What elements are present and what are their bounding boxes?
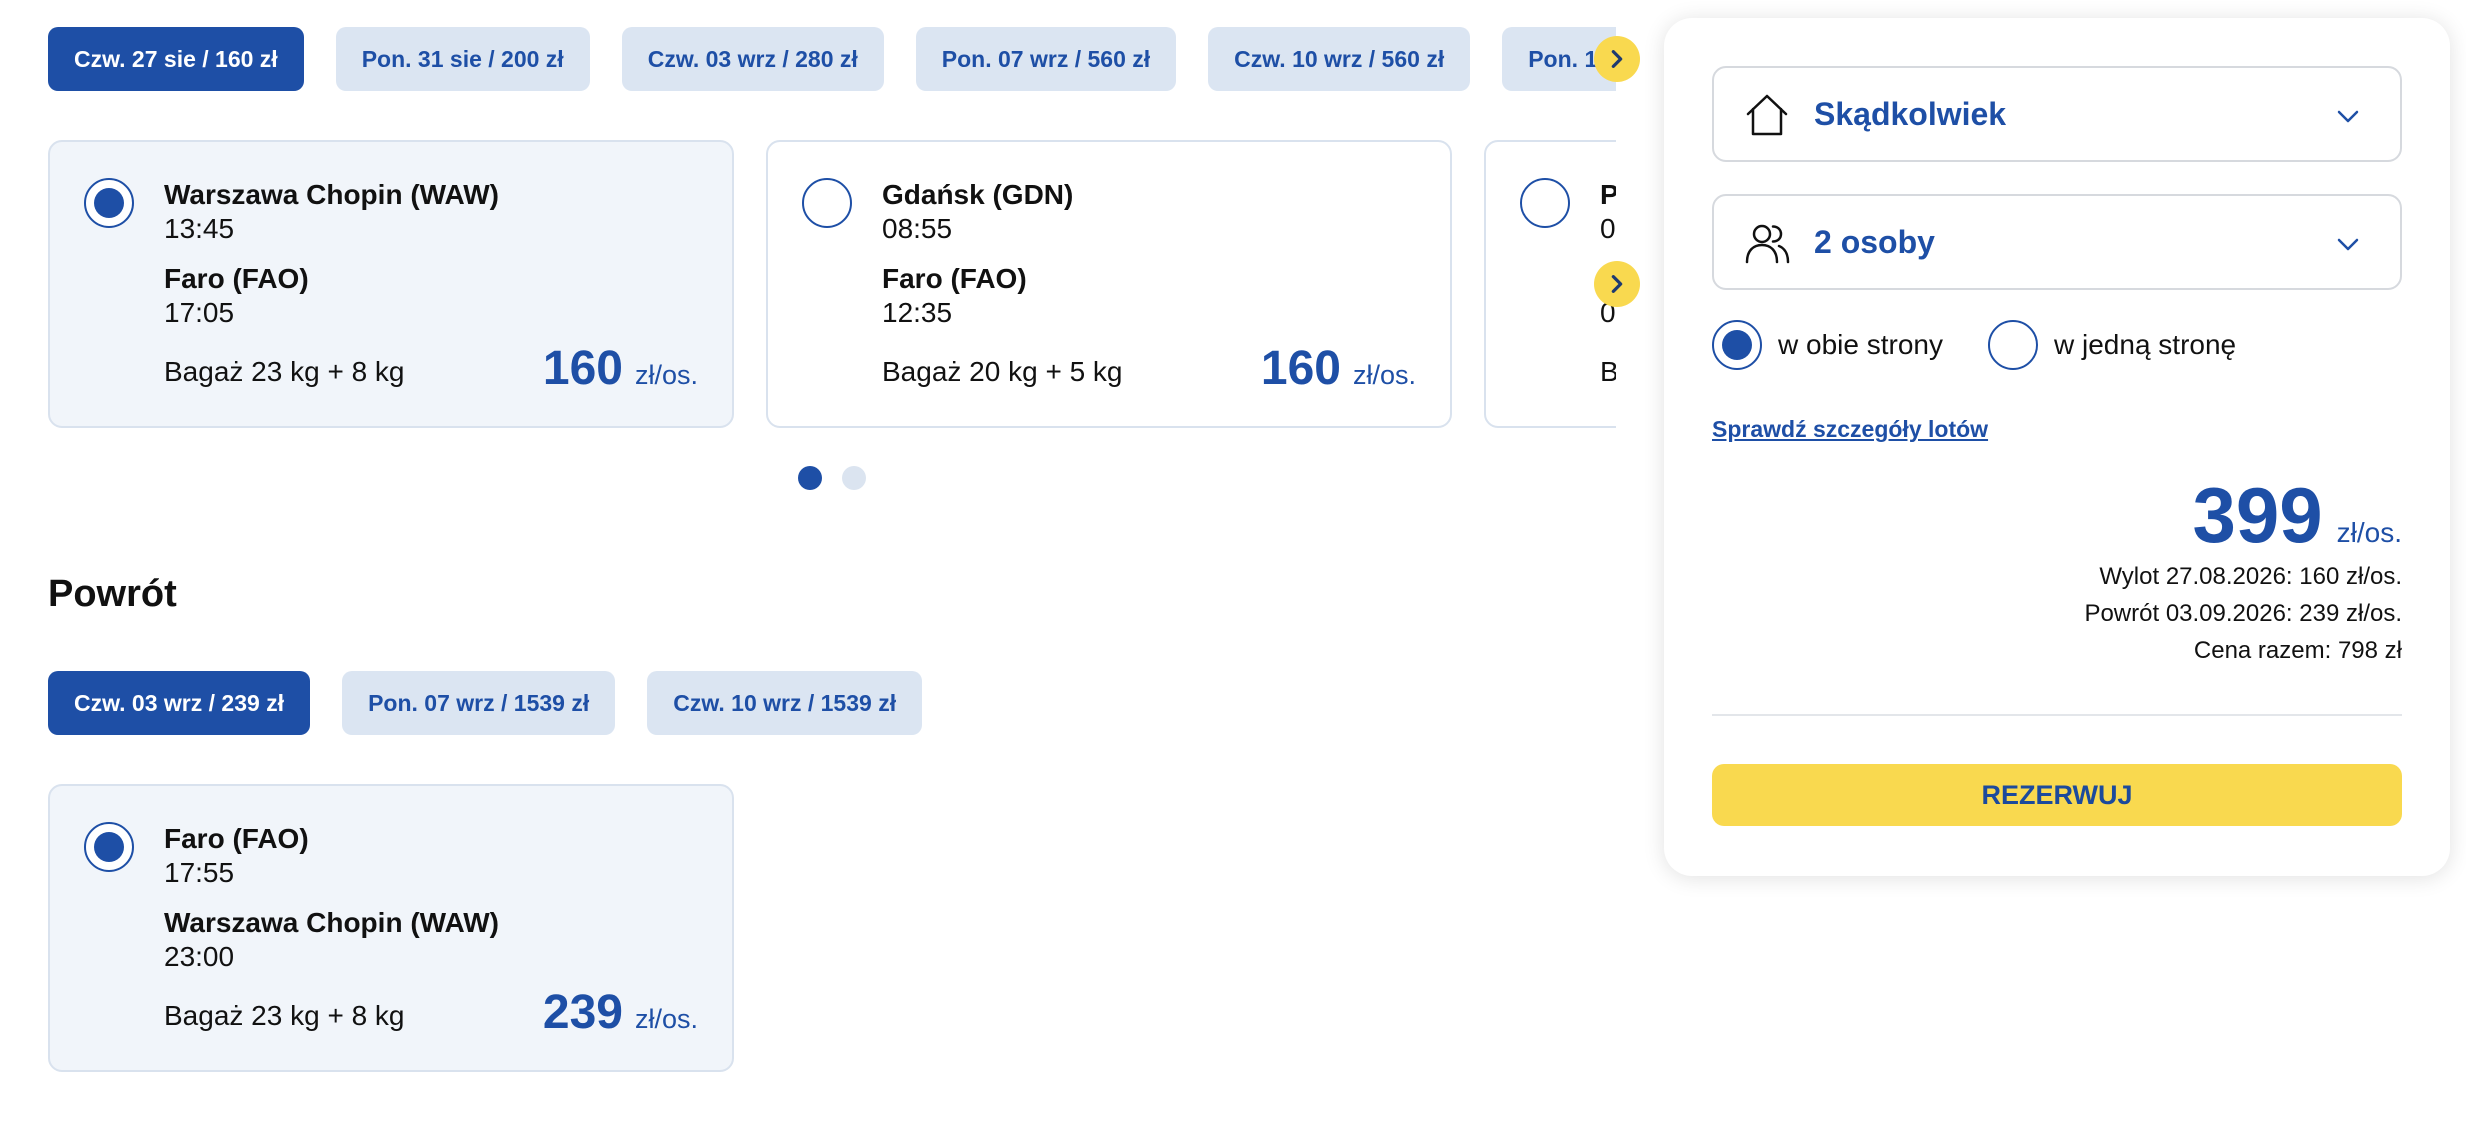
departure-time: 08:55 — [882, 213, 953, 244]
flight-radio[interactable] — [802, 178, 852, 228]
flight-info: Faro (FAO) 17:55 Warszawa Chopin (WAW) 2… — [164, 822, 499, 974]
price-value: 160 — [542, 342, 623, 395]
departure-airport: Gdańsk (GDN) — [882, 179, 1074, 210]
users-icon — [1745, 224, 1790, 264]
return-flight-card[interactable]: Faro (FAO) 17:55 Warszawa Chopin (WAW) 2… — [48, 784, 734, 1072]
total-price-value: 399 — [2192, 471, 2323, 559]
departure-time: 17:55 — [164, 857, 235, 888]
total-sum-line: Cena razem: 798 zł — [2193, 637, 2402, 664]
passengers-value: 2 osoby — [1814, 223, 1935, 260]
flight-card[interactable]: Gdańsk (GDN) 08:55 Faro (FAO) 12:35 Baga… — [766, 140, 1452, 428]
baggage-info: Bagaż 20 kg + 5 kg — [882, 356, 1123, 387]
outbound-price-line: Wylot 27.08.2026: 160 zł/os. — [2099, 563, 2402, 590]
baggage-info: Bagaż 23 kg + 8 kg — [164, 356, 405, 387]
return-date-chip[interactable]: Czw. 03 wrz / 239 zł — [48, 671, 311, 735]
total-price: 399 zł/os. — [2193, 470, 2403, 561]
flight-card[interactable]: Warszawa Chopin (WAW) 13:45 Faro (FAO) 1… — [48, 140, 734, 428]
flight-price: 239 zł/os. — [543, 985, 698, 1040]
flight-info: Gdańsk (GDN) 08:55 Faro (FAO) 12:35 — [882, 178, 1073, 330]
trip-type-round[interactable]: w obie strony — [1712, 320, 1943, 370]
return-price-line: Powrót 03.09.2026: 239 zł/os. — [2084, 600, 2402, 627]
arrival-airport: Faro (FAO) — [882, 263, 1027, 294]
reserve-button[interactable]: REZERWUJ — [1712, 764, 2402, 826]
chevron-right-icon — [1611, 275, 1623, 293]
arrival-airport: Faro (FAO) — [164, 263, 309, 294]
outbound-date-chip[interactable]: Czw. 27 sie / 160 zł — [48, 27, 304, 91]
chevron-down-icon — [2337, 238, 2359, 251]
booking-summary-panel: Skądkolwiek 2 osoby w obie strony w jedn… — [1664, 18, 2450, 876]
baggage-info: B — [1600, 356, 1616, 387]
flight-details-link[interactable]: Sprawdź szczegóły lotów — [1712, 416, 1988, 443]
trip-round-radio[interactable] — [1712, 320, 1762, 370]
arrival-time: 17:05 — [164, 297, 235, 328]
return-section-title: Powrót — [48, 573, 177, 615]
price-unit: zł/os. — [634, 360, 698, 390]
outbound-date-chip[interactable]: Czw. 10 wrz / 560 zł — [1208, 27, 1471, 91]
origin-select[interactable]: Skądkolwiek — [1712, 66, 2402, 162]
departure-airport: P — [1600, 179, 1616, 210]
passengers-select[interactable]: 2 osoby — [1712, 194, 2402, 290]
chevron-down-icon — [2337, 110, 2359, 123]
divider — [1712, 714, 2402, 716]
flight-radio[interactable] — [1520, 178, 1570, 228]
flight-price: 160 zł/os. — [543, 341, 698, 396]
outbound-date-chip[interactable]: Pon. 31 sie / 200 zł — [335, 27, 590, 91]
flight-radio[interactable] — [84, 178, 134, 228]
total-price-unit: zł/os. — [2336, 517, 2402, 548]
price-breakdown: Wylot 27.08.2026: 160 zł/os. Powrót 03.0… — [2084, 558, 2402, 669]
flight-price: 160 zł/os. — [1261, 341, 1416, 396]
price-unit: zł/os. — [1352, 360, 1416, 390]
arrival-time: 12:35 — [882, 297, 953, 328]
return-date-chip[interactable]: Pon. 07 wrz / 1539 zł — [342, 671, 616, 735]
arrival-time: 23:00 — [164, 941, 235, 972]
pagination-dot[interactable] — [798, 466, 822, 490]
trip-oneway-label: w jedną stronę — [2054, 329, 2237, 360]
outbound-date-chip[interactable]: Pon. 07 wrz / 560 zł — [915, 27, 1177, 91]
departure-airport: Warszawa Chopin (WAW) — [164, 179, 499, 210]
flight-info: P 0 0 — [1600, 178, 1616, 330]
price-unit: zł/os. — [634, 1004, 698, 1034]
departure-time: 13:45 — [164, 213, 235, 244]
flights-next-button[interactable] — [1594, 261, 1640, 307]
outbound-date-tabs: Czw. 27 sie / 160 zł Pon. 31 sie / 200 z… — [48, 27, 1616, 91]
pagination-dot[interactable] — [842, 466, 866, 490]
price-value: 239 — [542, 986, 623, 1039]
return-date-chip[interactable]: Czw. 10 wrz / 1539 zł — [647, 671, 923, 735]
flight-info: Warszawa Chopin (WAW) 13:45 Faro (FAO) 1… — [164, 178, 499, 330]
baggage-info: Bagaż 23 kg + 8 kg — [164, 1000, 405, 1031]
home-icon — [1746, 94, 1788, 136]
chevron-right-icon — [1611, 50, 1623, 68]
dates-next-button[interactable] — [1594, 36, 1640, 82]
origin-value: Skądkolwiek — [1814, 95, 2007, 132]
departure-airport: Faro (FAO) — [164, 823, 309, 854]
arrival-airport: Warszawa Chopin (WAW) — [164, 907, 499, 938]
price-value: 160 — [1260, 342, 1341, 395]
flight-radio[interactable] — [84, 822, 134, 872]
departure-time: 0 — [1600, 213, 1616, 244]
outbound-flights-carousel: Warszawa Chopin (WAW) 13:45 Faro (FAO) 1… — [48, 140, 1616, 430]
carousel-pagination — [798, 466, 866, 490]
trip-oneway-radio[interactable] — [1988, 320, 2038, 370]
trip-round-label: w obie strony — [1778, 329, 1943, 360]
outbound-date-chip[interactable]: Czw. 03 wrz / 280 zł — [621, 27, 884, 91]
trip-type-oneway[interactable]: w jedną stronę — [1988, 320, 2236, 370]
return-date-tabs: Czw. 03 wrz / 239 zł Pon. 07 wrz / 1539 … — [48, 671, 923, 735]
